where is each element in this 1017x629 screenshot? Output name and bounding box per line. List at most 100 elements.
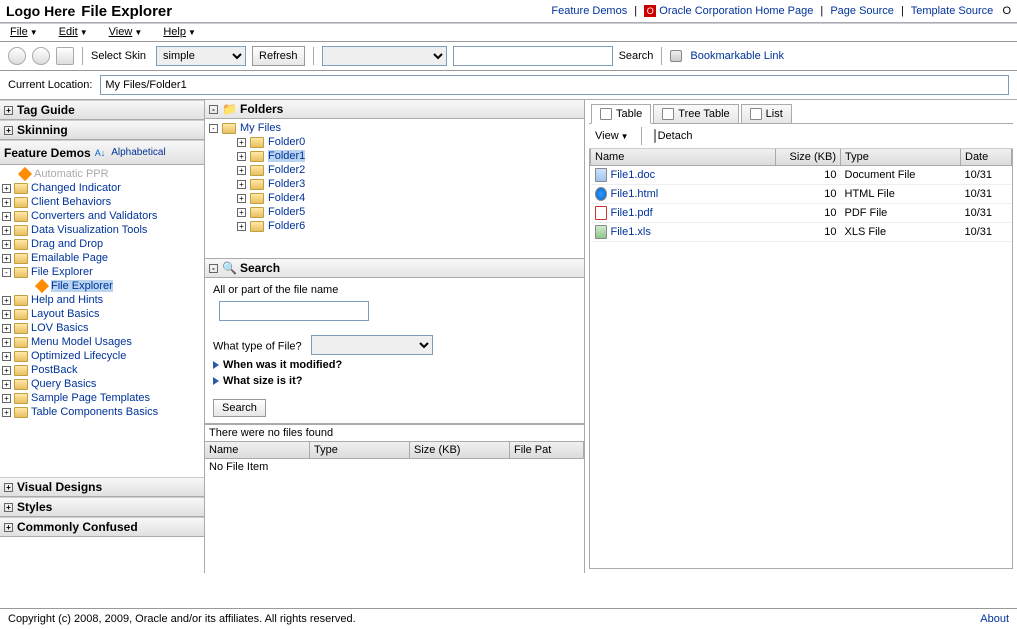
expand-icon[interactable]: + <box>2 324 11 333</box>
expand-icon[interactable]: + <box>2 184 11 193</box>
nav-item-link[interactable]: Table Components Basics <box>31 406 158 418</box>
nav-item[interactable]: + Converters and Validators <box>2 209 202 223</box>
expand-icon[interactable]: + <box>237 208 246 217</box>
nav-item-link[interactable]: Client Behaviors <box>31 196 111 208</box>
menu-file[interactable]: File▼ <box>10 26 38 38</box>
table-row[interactable]: File1.xls10XLS File10/31 <box>591 223 1012 242</box>
expand-icon[interactable]: + <box>2 352 11 361</box>
nav-forward-button[interactable] <box>32 47 50 65</box>
folder-tree[interactable]: -My Files +Folder0+Folder1+Folder2+Folde… <box>205 119 584 259</box>
nav-item-link[interactable]: Changed Indicator <box>31 182 121 194</box>
folder-link[interactable]: Folder1 <box>268 150 305 162</box>
expand-icon[interactable]: + <box>2 394 11 403</box>
nav-item[interactable]: +Optimized Lifecycle <box>2 349 202 363</box>
folder-link[interactable]: Folder2 <box>268 164 305 176</box>
tab-tree-table[interactable]: Tree Table <box>653 104 738 123</box>
about-link[interactable]: About <box>980 613 1009 625</box>
search-name-input[interactable] <box>219 301 369 321</box>
expand-icon[interactable]: + <box>2 338 11 347</box>
folder-link[interactable]: Folder4 <box>268 192 305 204</box>
nav-item[interactable]: + Emailable Page <box>2 251 202 265</box>
file-link[interactable]: File1.xls <box>611 226 651 238</box>
nav-item-link[interactable]: Query Basics <box>31 378 96 390</box>
folder-item[interactable]: + Folder6 <box>209 219 580 233</box>
nav-item-link[interactable]: Layout Basics <box>31 308 99 320</box>
search-header[interactable]: - 🔍 Search <box>205 259 584 278</box>
file-link[interactable]: File1.html <box>611 188 659 200</box>
nav-styles[interactable]: +Styles <box>0 497 204 517</box>
th-date[interactable]: Date <box>961 149 1012 166</box>
expand-icon[interactable]: + <box>2 240 11 249</box>
th-name[interactable]: Name <box>591 149 776 166</box>
nav-item[interactable]: +Drag and Drop <box>2 237 202 251</box>
nav-item[interactable]: + Changed Indicator <box>2 181 202 195</box>
nav-item-link[interactable]: Help and Hints <box>31 294 103 306</box>
nav-item[interactable]: +Query Basics <box>2 377 202 391</box>
nav-item[interactable]: + Client Behaviors <box>2 195 202 209</box>
expand-icon[interactable]: + <box>237 180 246 189</box>
folder-item[interactable]: + Folder0 <box>209 135 580 149</box>
tab-list[interactable]: List <box>741 104 792 123</box>
view-menu[interactable]: View▼ <box>595 130 629 142</box>
expand-icon[interactable]: + <box>2 254 11 263</box>
nav-up-button[interactable] <box>56 47 74 65</box>
expand-icon[interactable]: + <box>2 310 11 319</box>
expand-icon[interactable]: + <box>2 408 11 417</box>
folder-item[interactable]: + Folder3 <box>209 177 580 191</box>
menu-view[interactable]: View▼ <box>109 26 143 38</box>
folder-item[interactable]: +Folder1 <box>209 149 580 163</box>
folder-root[interactable]: My Files <box>240 122 281 134</box>
folder-link[interactable]: Folder3 <box>268 178 305 190</box>
refresh-button[interactable]: Refresh <box>252 46 305 66</box>
nav-item[interactable]: - File Explorer <box>2 265 202 279</box>
folder-link[interactable]: Folder0 <box>268 136 305 148</box>
expand-icon[interactable]: + <box>2 198 11 207</box>
nav-item-link[interactable]: Menu Model Usages <box>31 336 132 348</box>
expand-icon[interactable]: + <box>237 222 246 231</box>
expand-icon[interactable]: + <box>237 194 246 203</box>
nav-tag-guide[interactable]: +Tag Guide <box>0 100 204 120</box>
expand-icon[interactable]: + <box>2 226 11 235</box>
page-source-link[interactable]: Page Source <box>830 5 894 17</box>
search-type-select[interactable] <box>311 335 433 355</box>
file-link[interactable]: File1.doc <box>611 169 656 181</box>
folder-link[interactable]: Folder5 <box>268 206 305 218</box>
nav-item-link[interactable]: Emailable Page <box>31 252 108 264</box>
folder-item[interactable]: + Folder2 <box>209 163 580 177</box>
expand-icon[interactable]: + <box>237 138 246 147</box>
nav-item[interactable]: +Sample Page Templates <box>2 391 202 405</box>
nav-item-link[interactable]: PostBack <box>31 364 77 376</box>
nav-skinning[interactable]: +Skinning <box>0 120 204 140</box>
sort-az-icon[interactable]: A↓ <box>95 148 106 158</box>
results-body[interactable]: No File Item <box>205 459 584 573</box>
folders-header[interactable]: - 📁 Folders <box>205 100 584 119</box>
nav-item-link[interactable]: File Explorer <box>31 266 93 278</box>
search-when-disclosure[interactable]: When was it modified? <box>213 359 576 371</box>
search-label[interactable]: Search <box>619 50 654 62</box>
table-row[interactable]: File1.pdf10PDF File10/31 <box>591 204 1012 223</box>
expand-icon[interactable]: + <box>2 366 11 375</box>
search-button[interactable]: Search <box>213 399 266 417</box>
template-source-link[interactable]: Template Source <box>911 5 994 17</box>
expand-icon[interactable]: + <box>2 212 11 221</box>
nav-item[interactable]: +Help and Hints <box>2 293 202 307</box>
filter-combo[interactable] <box>322 46 447 66</box>
search-input[interactable] <box>453 46 613 66</box>
folder-link[interactable]: Folder6 <box>268 220 305 232</box>
menu-edit[interactable]: Edit▼ <box>59 26 88 38</box>
col-path[interactable]: File Pat <box>510 442 584 458</box>
expand-icon[interactable]: + <box>237 166 246 175</box>
table-row[interactable]: File1.doc10Document File10/31 <box>591 166 1012 185</box>
nav-feature-demos[interactable]: Feature Demos A↓ Alphabetical <box>0 140 204 165</box>
nav-visual-designs[interactable]: +Visual Designs <box>0 477 204 497</box>
file-link[interactable]: File1.pdf <box>611 207 653 219</box>
oracle-home-link[interactable]: Oracle Corporation Home Page <box>659 5 813 17</box>
menu-help[interactable]: Help▼ <box>163 26 196 38</box>
th-type[interactable]: Type <box>841 149 961 166</box>
expand-icon[interactable]: - <box>2 268 11 277</box>
file-table-scroller[interactable]: Name Size (KB) Type Date File1.doc10Docu… <box>589 149 1013 569</box>
nav-item-link[interactable]: Converters and Validators <box>31 210 157 222</box>
nav-item-link[interactable]: Data Visualization Tools <box>31 224 147 236</box>
th-size[interactable]: Size (KB) <box>776 149 841 166</box>
search-size-disclosure[interactable]: What size is it? <box>213 375 576 387</box>
